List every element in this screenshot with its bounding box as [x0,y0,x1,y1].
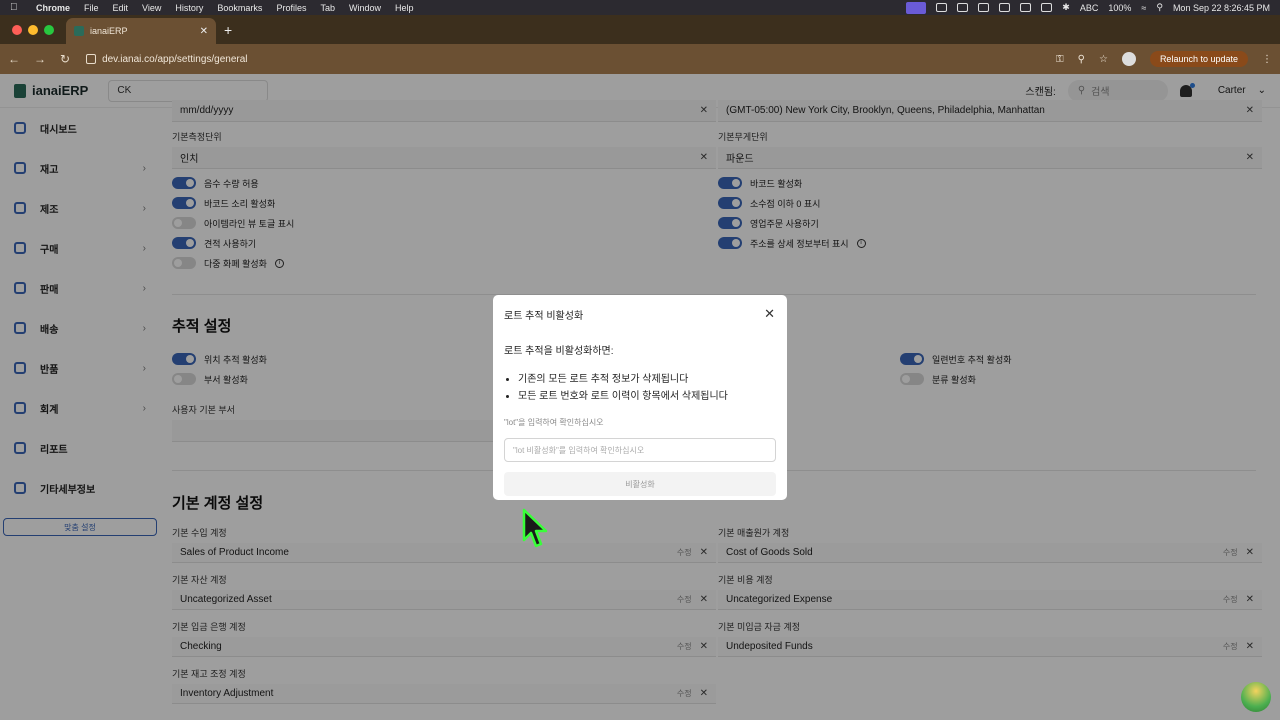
apple-icon[interactable]:  [10,2,22,13]
dialog-warning-list: 기존의 모든 로트 추적 정보가 삭제됩니다 모든 로트 번호와 로트 이력이 … [504,371,776,405]
dialog-title: 로트 추적 비활성화 [504,311,584,322]
tab-strip: ianaiERP ✕ + [0,15,1280,44]
status-icon[interactable] [999,3,1011,12]
browser-tab[interactable]: ianaiERP ✕ [66,18,216,44]
tab-title: ianaiERP [90,26,128,36]
menu-window[interactable]: Window [349,3,381,13]
site-info-icon[interactable] [86,54,97,64]
zoom-icon[interactable]: ⚲ [1078,54,1085,65]
disable-lot-tracking-dialog: 로트 추적 비활성화 ✕ 로트 추적을 비활성화하면: 기존의 모든 로트 추적… [493,295,787,500]
menu-tab[interactable]: Tab [320,3,335,13]
close-icon[interactable]: ✕ [764,306,775,322]
menu-edit[interactable]: Edit [113,3,129,13]
back-icon[interactable]: ← [8,52,20,66]
new-tab-icon[interactable]: + [224,22,232,38]
browser-tools: ⚿ ⚲ ☆ Relaunch to update ⋮ [1056,51,1272,67]
assistant-avatar-icon[interactable] [1241,682,1271,712]
wifi-icon[interactable]: ≈ [1141,3,1146,13]
menu-help[interactable]: Help [395,3,414,13]
minimize-window-button[interactable] [28,24,38,35]
input-source[interactable]: ABC [1080,3,1099,13]
menu-file[interactable]: File [84,3,99,13]
display-icon[interactable] [1041,3,1053,12]
window-controls [0,24,66,35]
dialog-intro: 로트 추적을 비활성화하면: [504,346,614,357]
bookmark-star-icon[interactable]: ☆ [1099,54,1108,65]
disable-button[interactable]: 비활성화 [504,472,776,496]
clock[interactable]: Mon Sep 22 8:26:45 PM [1173,3,1270,13]
relaunch-button[interactable]: Relaunch to update [1149,51,1248,67]
reload-icon[interactable]: ↻ [60,52,70,66]
menu-view[interactable]: View [142,3,161,13]
menu-app[interactable]: Chrome [36,3,70,13]
menu-history[interactable]: History [175,3,203,13]
close-tab-icon[interactable]: ✕ [200,26,208,37]
macos-menubar:  Chrome File Edit View History Bookmark… [0,0,1280,15]
warning-item: 모든 로트 번호와 로트 이력이 항목에서 삭제됩니다 [518,388,776,405]
spotlight-icon[interactable]: ⚲ [1156,2,1163,13]
status-icon[interactable] [978,3,990,12]
status-icon[interactable] [957,3,969,12]
url-field[interactable]: dev.ianai.co/app/settings/general [102,54,247,65]
mouse-cursor-icon [522,508,548,548]
zoom-window-button[interactable] [44,24,54,35]
favicon-icon [74,26,84,36]
confirm-hint: "lot"을 입력하여 확인하십시오 [504,418,604,427]
volume-icon[interactable] [1020,3,1032,12]
confirm-input-placeholder: "lot 비활성화"를 입력하여 확인하십시오 [513,445,645,455]
profile-avatar[interactable] [1121,52,1136,66]
close-window-button[interactable] [12,24,22,35]
more-menu-icon[interactable]: ⋮ [1262,54,1272,65]
confirm-input[interactable]: "lot 비활성화"를 입력하여 확인하십시오 [504,438,776,462]
battery-percent[interactable]: 100% [1108,3,1131,13]
menu-bookmarks[interactable]: Bookmarks [217,3,262,13]
warning-item: 기존의 모든 로트 추적 정보가 삭제됩니다 [518,371,776,388]
screen-record-icon[interactable] [906,1,927,14]
bluetooth-icon[interactable]: ✱ [1062,2,1070,13]
forward-icon[interactable]: → [34,52,46,66]
status-icon[interactable] [936,3,948,12]
status-area: ✱ ABC 100% ≈ ⚲ Mon Sep 22 8:26:45 PM [906,1,1270,14]
menu-profiles[interactable]: Profiles [276,3,306,13]
key-icon[interactable]: ⚿ [1056,54,1064,65]
address-bar: ← → ↻ dev.ianai.co/app/settings/general … [0,44,1280,74]
